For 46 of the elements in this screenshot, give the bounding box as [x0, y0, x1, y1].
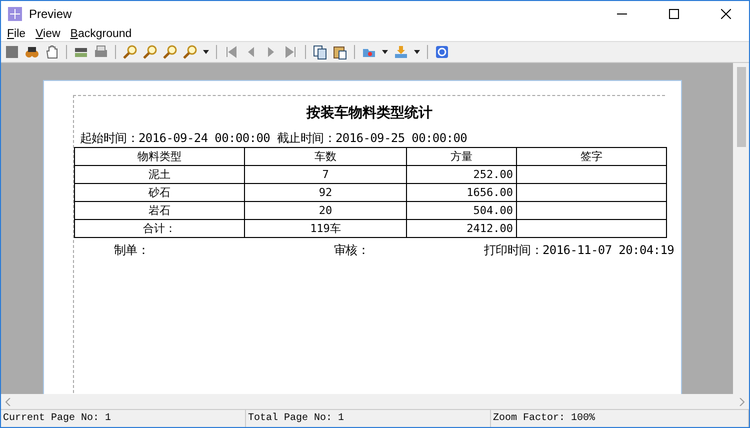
- table-cell: 7: [244, 166, 406, 184]
- status-text: Current Page No: 1: [1, 410, 246, 427]
- date-range: 起始时间：2016-09-24 00:00:00 截止时间：2016-09-25 00:00:00: [80, 130, 468, 147]
- column-header: 签字: [516, 148, 666, 166]
- info-icon[interactable]: [434, 44, 450, 60]
- column-header: 车数: [244, 148, 406, 166]
- status-text: Total Page No: 1: [246, 410, 491, 427]
- table-cell: 20: [244, 202, 406, 220]
- zoom-out-icon[interactable]: [162, 44, 178, 60]
- menu-item[interactable]: View: [36, 28, 60, 40]
- binoculars-icon[interactable]: [24, 44, 40, 60]
- page-icon[interactable]: [4, 44, 20, 60]
- table-cell: 合计：: [74, 220, 244, 238]
- table-cell: 92: [244, 184, 406, 202]
- footer-text: 制单：: [114, 242, 150, 259]
- app-icon: [7, 6, 23, 22]
- magnifier-icon[interactable]: [122, 44, 138, 60]
- table-cell: 119车: [244, 220, 406, 238]
- menu-item[interactable]: File: [7, 28, 26, 40]
- printer-icon[interactable]: [93, 44, 109, 60]
- column-header: 方量: [406, 148, 516, 166]
- vertical-scrollbar[interactable]: [733, 63, 749, 394]
- table-cell: 504.00: [406, 202, 516, 220]
- close-icon: [721, 8, 731, 18]
- scroll-right-icon[interactable]: [739, 398, 745, 406]
- table-cell: 泥土: [74, 166, 244, 184]
- zoom-icon[interactable]: [182, 44, 198, 60]
- zoom-in-icon[interactable]: [142, 44, 158, 60]
- menu-item[interactable]: Background: [70, 28, 132, 40]
- status-text: Zoom Factor: 100%: [491, 410, 749, 427]
- horizontal-scrollbar[interactable]: [1, 394, 749, 409]
- paste-icon[interactable]: [332, 44, 348, 60]
- window-title: Preview: [29, 6, 73, 20]
- footer-text: 审核：: [334, 242, 370, 259]
- hand-icon[interactable]: [44, 44, 60, 60]
- table-cell: 2412.00: [406, 220, 516, 238]
- table-cell: 岩石: [74, 202, 244, 220]
- footer-text: 打印时间：2016-11-07 20:04:19: [484, 242, 674, 259]
- copy-icon[interactable]: [312, 44, 328, 60]
- maximize-icon: [669, 8, 679, 18]
- table-cell: 1656.00: [406, 184, 516, 202]
- column-header: 物料类型: [74, 148, 244, 166]
- scroll-left-icon[interactable]: [5, 398, 11, 406]
- report-title: 按装车物料类型统计: [305, 104, 434, 122]
- table-cell: 252.00: [406, 166, 516, 184]
- table-cell: 砂石: [74, 184, 244, 202]
